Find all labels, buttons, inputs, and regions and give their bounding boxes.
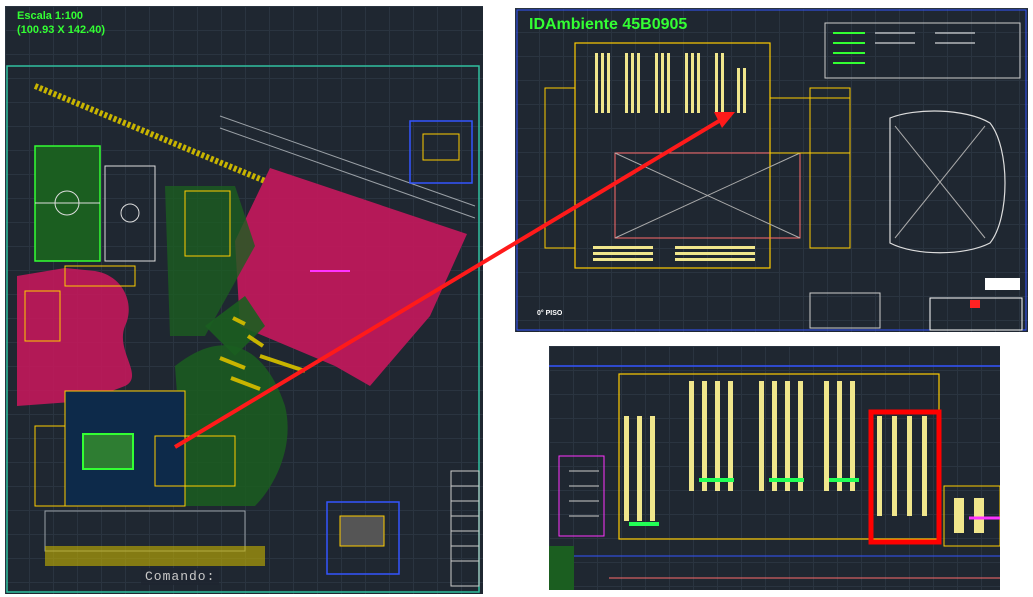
- cad-floor-plan-panel[interactable]: IDAmbiente 45B0905 0° PISO: [515, 8, 1028, 332]
- zoomed-drawing: [549, 365, 1000, 590]
- site-plan-drawing: [6, 65, 480, 593]
- floor-plan-drawing: [516, 9, 1027, 331]
- cad-zoomed-classroom-panel[interactable]: [549, 346, 1000, 590]
- floor-label: 0° PISO: [537, 310, 563, 317]
- cad-site-plan-panel[interactable]: Escala 1:100 (100.93 X 142.40) Comando:: [5, 6, 483, 594]
- command-line-prompt[interactable]: Comando:: [141, 568, 220, 585]
